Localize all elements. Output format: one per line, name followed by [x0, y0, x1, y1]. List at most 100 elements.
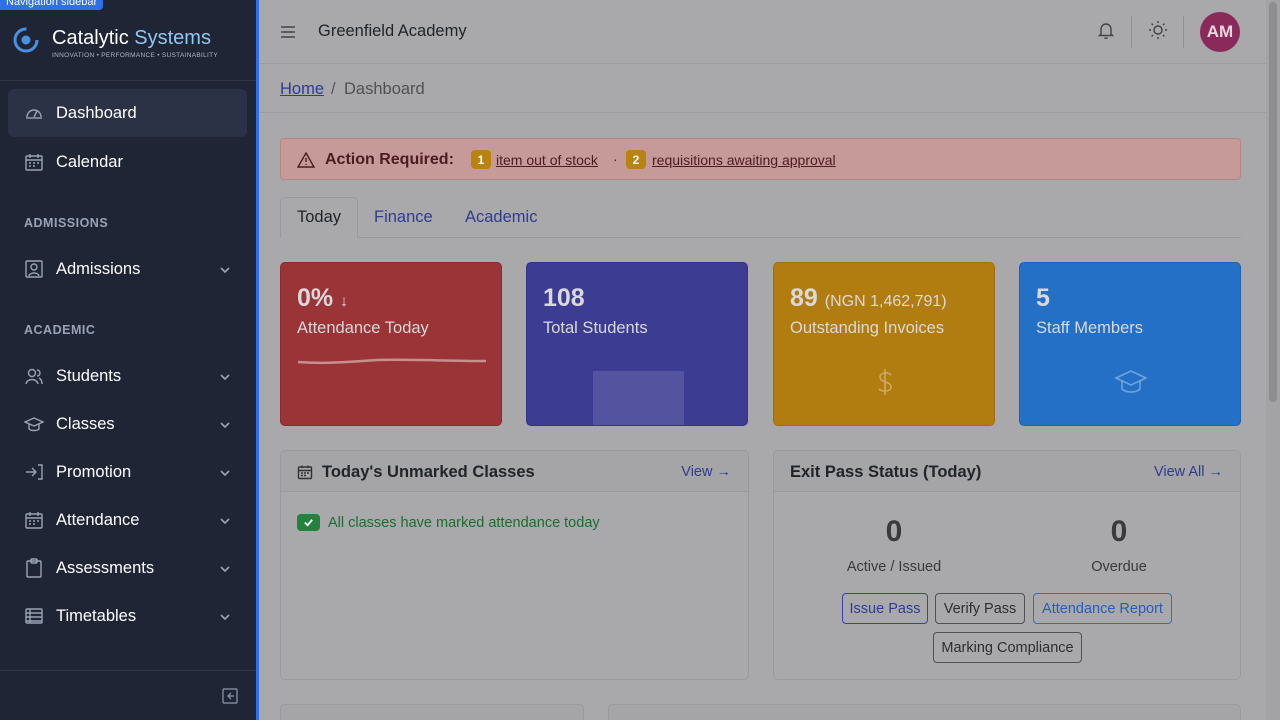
stat-card-attendance[interactable]: 0% ↓ Attendance Today — [280, 262, 502, 426]
sun-icon[interactable] — [1148, 20, 1168, 40]
brand-divider — [0, 80, 256, 81]
sidebar-item-dashboard[interactable]: Dashboard — [8, 89, 247, 137]
sidebar-item-classes[interactable]: Classes — [8, 400, 247, 448]
stat-value: 108 — [543, 284, 585, 312]
dashboard-icon — [24, 103, 44, 123]
stat-label: Total Students — [543, 319, 648, 337]
topbar: Greenfield Academy AM — [259, 0, 1266, 64]
alert-separator: · — [613, 151, 618, 167]
panel-header: Today's Unmarked Classes View → — [281, 451, 748, 492]
stat-value: 5 — [1036, 284, 1050, 312]
sidebar-item-label: Assessments — [56, 558, 155, 577]
graduation-cap-icon — [1113, 364, 1149, 400]
alert-title: Action Required: — [325, 151, 454, 168]
sidebar-item-assessments[interactable]: Assessments — [8, 544, 247, 592]
view-all-exit-pass-link[interactable]: View All → — [1154, 464, 1223, 480]
promotion-icon — [24, 462, 44, 482]
tab-finance[interactable]: Finance — [374, 197, 433, 238]
stat-label: Outstanding Invoices — [790, 319, 945, 337]
chevron-down-icon — [219, 609, 231, 621]
lower-panel-right — [608, 704, 1241, 720]
out-of-stock-count-badge: 1 — [471, 150, 491, 169]
topbar-divider — [1183, 16, 1184, 48]
sidebar: Catalytic Systems INNOVATION • PERFORMAN… — [0, 0, 256, 720]
action-required-alert: Action Required: 1 item out of stock · 2… — [280, 138, 1241, 180]
sidebar-footer-divider — [0, 670, 256, 671]
stat-card-invoices[interactable]: 89 (NGN 1,462,791) Outstanding Invoices — [773, 262, 995, 426]
stat-value: 0% ↓ — [297, 284, 348, 313]
collapse-sidebar-icon[interactable] — [221, 687, 239, 705]
scrollbar-thumb[interactable] — [1269, 2, 1277, 402]
dollar-icon — [867, 364, 903, 400]
requisitions-count-badge: 2 — [626, 150, 646, 169]
sidebar-item-label: Calendar — [56, 152, 123, 171]
breadcrumb: Home / Dashboard — [259, 65, 1266, 113]
unmarked-classes-panel: Today's Unmarked Classes View → All clas… — [280, 450, 749, 680]
sidebar-item-label: Attendance — [56, 510, 140, 529]
chevron-down-icon — [219, 465, 231, 477]
school-name: Greenfield Academy — [318, 22, 467, 40]
students-icon — [24, 366, 44, 386]
chevron-down-icon — [219, 417, 231, 429]
sidebar-item-label: Timetables — [56, 606, 137, 625]
attendance-sparkline — [297, 358, 487, 365]
verify-pass-button[interactable]: Verify Pass — [935, 593, 1025, 624]
bell-icon[interactable] — [1096, 20, 1116, 40]
tab-academic[interactable]: Academic — [465, 197, 537, 238]
timetables-icon — [24, 606, 44, 626]
out-of-stock-link[interactable]: item out of stock — [496, 152, 598, 168]
sidebar-item-students[interactable]: Students — [8, 352, 247, 400]
warning-icon — [296, 151, 316, 169]
breadcrumb-separator: / — [331, 80, 336, 98]
requisitions-link[interactable]: requisitions awaiting approval — [652, 152, 836, 168]
marking-compliance-button[interactable]: Marking Compliance — [933, 632, 1082, 663]
section-label-academic: ACADEMIC — [24, 323, 96, 337]
breadcrumb-home-link[interactable]: Home — [280, 80, 324, 99]
stat-label: Attendance Today — [297, 319, 429, 337]
sidebar-item-promotion[interactable]: Promotion — [8, 448, 247, 496]
breadcrumb-current: Dashboard — [344, 80, 425, 98]
lower-panel-left — [280, 704, 584, 720]
stat-label: Staff Members — [1036, 319, 1143, 337]
panel-title: Exit Pass Status (Today) — [790, 463, 982, 481]
sidebar-item-label: Dashboard — [56, 103, 137, 122]
sidebar-item-calendar[interactable]: Calendar — [8, 138, 247, 186]
chevron-down-icon — [219, 561, 231, 573]
chevron-down-icon — [219, 369, 231, 381]
chevron-down-icon — [219, 513, 231, 525]
topbar-divider — [1131, 16, 1132, 48]
all-marked-message: All classes have marked attendance today — [328, 515, 600, 531]
attendance-percent: 0% — [297, 284, 334, 312]
sidebar-item-timetables[interactable]: Timetables — [8, 592, 247, 640]
skip-navigation-badge[interactable]: Navigation sidebar — [0, 0, 104, 10]
chevron-down-icon — [219, 262, 231, 274]
brand-name-primary: Catalytic — [52, 27, 129, 49]
stat-card-students[interactable]: 108 Total Students — [526, 262, 748, 426]
brand-name-accent: Systems — [134, 27, 211, 49]
students-bar-mini-chart — [593, 371, 684, 425]
panel-title: Today's Unmarked Classes — [322, 463, 535, 481]
menu-toggle-icon[interactable] — [279, 23, 297, 41]
tab-today[interactable]: Today — [280, 197, 358, 238]
overdue-pass-count: 0 — [1110, 515, 1128, 548]
invoice-count: 89 — [790, 284, 818, 312]
avatar[interactable]: AM — [1200, 12, 1240, 52]
exit-pass-panel: Exit Pass Status (Today) View All → 0 Ac… — [773, 450, 1241, 680]
check-icon — [297, 514, 320, 531]
brand-name: Catalytic Systems — [52, 26, 218, 50]
attendance-icon — [24, 510, 44, 530]
invoice-amount: (NGN 1,462,791) — [824, 293, 947, 310]
attendance-report-button[interactable]: Attendance Report — [1033, 593, 1172, 624]
view-unmarked-link[interactable]: View → — [681, 464, 731, 480]
sidebar-item-attendance[interactable]: Attendance — [8, 496, 247, 544]
issue-pass-button[interactable]: Issue Pass — [842, 593, 928, 624]
classes-icon — [24, 414, 44, 434]
active-pass-label: Active / Issued — [846, 559, 942, 575]
section-label-admissions: ADMISSIONS — [24, 216, 109, 230]
stat-value: 89 (NGN 1,462,791) — [790, 284, 947, 313]
brand[interactable]: Catalytic Systems INNOVATION • PERFORMAN… — [12, 26, 218, 66]
sidebar-item-admissions[interactable]: Admissions — [8, 245, 247, 293]
admissions-icon — [24, 259, 44, 279]
sidebar-item-label: Promotion — [56, 462, 132, 481]
stat-card-staff[interactable]: 5 Staff Members — [1019, 262, 1241, 426]
